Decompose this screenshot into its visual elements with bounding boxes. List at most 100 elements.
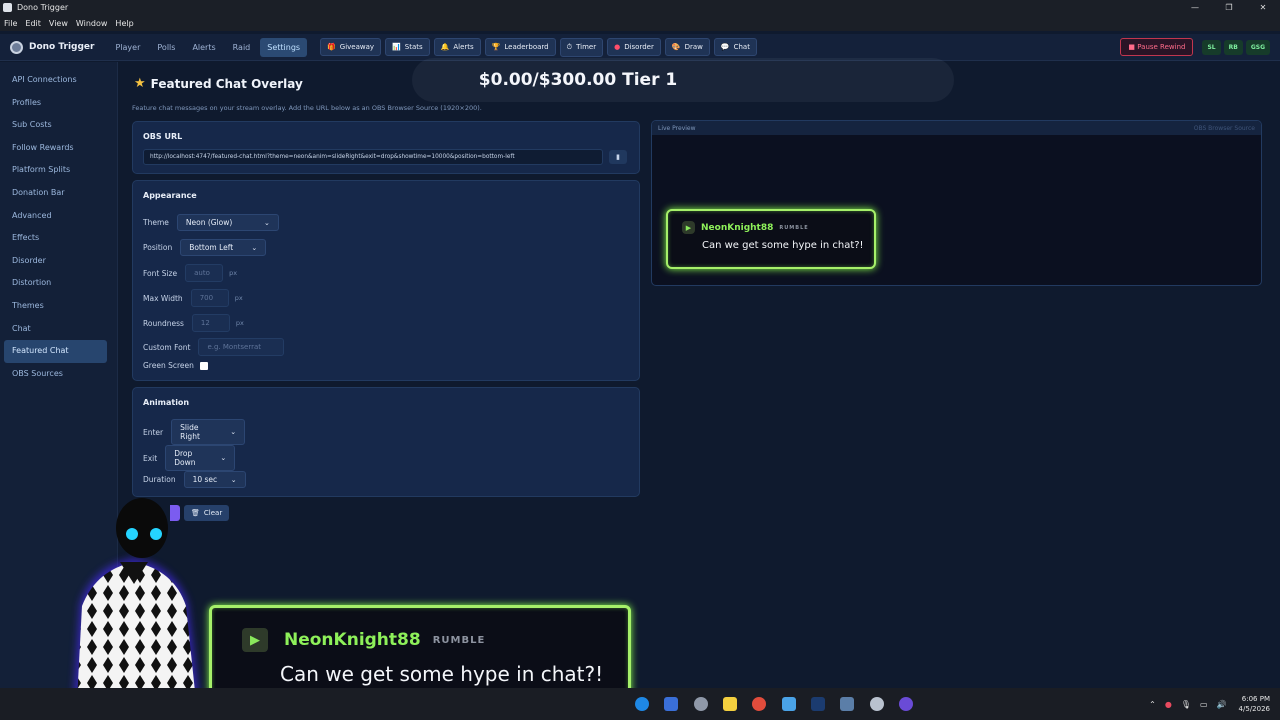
appearance-card: Appearance Theme Neon (Glow) ⌄ Position B…: [132, 180, 640, 381]
clock[interactable]: 6:06 PM 4/5/2026: [1239, 694, 1270, 714]
enter-value: Slide Right: [180, 423, 200, 441]
sl-badge[interactable]: SL: [1202, 39, 1221, 55]
sidebar-item-follow-rewards[interactable]: Follow Rewards: [4, 137, 107, 160]
gift-icon: 🎁: [327, 43, 336, 51]
position-value: Bottom Left: [189, 243, 234, 252]
sidebar-item-api-connections[interactable]: API Connections: [4, 69, 107, 92]
tab-alerts[interactable]: Alerts: [185, 38, 222, 57]
menu-help[interactable]: Help: [115, 19, 133, 28]
window-title: Dono Trigger: [17, 3, 69, 12]
leaderboard-button[interactable]: 🏆 Leaderboard: [484, 38, 556, 56]
stats-label: Stats: [404, 43, 423, 51]
chrome-icon[interactable]: [752, 697, 766, 711]
bell-icon: 🔔: [440, 43, 450, 51]
sticky-notes-icon[interactable]: [723, 697, 737, 711]
pause-rewind-button[interactable]: ■ Pause Rewind: [1120, 38, 1194, 56]
preview-header: Live Preview OBS Browser Source: [652, 121, 1261, 135]
menu-edit[interactable]: Edit: [25, 19, 41, 28]
tab-raid[interactable]: Raid: [226, 38, 258, 57]
sidebar-item-donation-bar[interactable]: Donation Bar: [4, 182, 107, 205]
sidebar-item-profiles[interactable]: Profiles: [4, 92, 107, 115]
chevron-down-icon: ⌄: [264, 218, 270, 227]
draw-button[interactable]: 🎨 Draw: [664, 38, 710, 56]
duration-select[interactable]: 10 sec ⌄: [183, 471, 246, 488]
edge-icon[interactable]: [635, 697, 649, 711]
font-size-input[interactable]: auto: [185, 264, 224, 282]
brand: Dono Trigger: [10, 40, 95, 54]
chat-label: Chat: [733, 43, 750, 51]
obs-icon[interactable]: [899, 697, 913, 711]
sidebar-item-effects[interactable]: Effects: [4, 227, 107, 250]
custom-font-input[interactable]: e.g. Montserrat: [198, 338, 285, 356]
page-description: Feature chat messages on your stream ove…: [132, 104, 482, 112]
sidebar-item-advanced[interactable]: Advanced: [4, 205, 107, 228]
roundness-label: Roundness: [143, 318, 184, 328]
stats-button[interactable]: 📊 Stats: [385, 38, 430, 56]
chevron-up-icon[interactable]: ⌃: [1149, 700, 1156, 709]
alerts-button[interactable]: 🔔 Alerts: [433, 38, 481, 56]
alerts-label: Alerts: [453, 43, 474, 51]
copy-url-button[interactable]: ▮: [609, 150, 627, 164]
tab-polls[interactable]: Polls: [150, 38, 182, 57]
timer-label: Timer: [576, 43, 597, 51]
overlay-message: Can we get some hype in chat?!: [280, 662, 604, 686]
star-icon: ★: [134, 76, 146, 91]
maximize-button[interactable]: ❐: [1212, 0, 1246, 15]
position-select[interactable]: Bottom Left ⌄: [180, 239, 267, 256]
chevron-down-icon: ⌄: [230, 475, 237, 484]
minimize-button[interactable]: —: [1178, 0, 1212, 15]
sidebar-item-themes[interactable]: Themes: [4, 295, 107, 318]
giveaway-button[interactable]: 🎁 Giveaway: [320, 38, 382, 56]
rb-badge[interactable]: RB: [1223, 39, 1243, 55]
network-icon[interactable]: ▭: [1200, 700, 1208, 709]
enter-select[interactable]: Slide Right ⌄: [171, 419, 246, 445]
sidebar-item-obs-sources[interactable]: OBS Sources: [4, 363, 107, 386]
settings-gear-icon[interactable]: [694, 697, 708, 711]
font-size-unit: px: [229, 269, 238, 277]
microphone-icon[interactable]: 🎙: [1181, 700, 1191, 709]
notepad-icon[interactable]: [782, 697, 796, 711]
clock-time: 6:06 PM: [1241, 695, 1270, 703]
overlay-platform: RUMBLE: [432, 634, 486, 646]
menu-window[interactable]: Window: [76, 19, 108, 28]
font-size-row: Font Size auto px: [143, 264, 237, 282]
chat-button[interactable]: 💬 Chat: [713, 38, 757, 56]
record-dot-icon: ●: [614, 43, 621, 51]
sidebar-item-distortion[interactable]: Distortion: [4, 272, 107, 295]
store-icon[interactable]: [664, 697, 678, 711]
brand-name: Dono Trigger: [29, 42, 95, 52]
tab-settings[interactable]: Settings: [260, 37, 308, 57]
menu-view[interactable]: View: [49, 19, 68, 28]
menu-file[interactable]: File: [4, 19, 17, 28]
exit-value: Drop Down: [174, 449, 196, 467]
max-width-input[interactable]: 700: [190, 289, 229, 307]
vtuber-avatar: [72, 498, 202, 720]
leaderboard-label: Leaderboard: [504, 43, 549, 51]
tray-app-icon[interactable]: ●: [1165, 700, 1172, 709]
sidebar-item-chat[interactable]: Chat: [4, 318, 107, 341]
sidebar-item-featured-chat[interactable]: Featured Chat: [4, 340, 107, 363]
obs-url-field[interactable]: http://localhost:4747/featured-chat.html…: [143, 149, 603, 165]
system-tray: ⌃ ● 🎙 ▭ 🔊 6:06 PM 4/5/2026: [1140, 688, 1270, 720]
gsg-badge[interactable]: GSG: [1245, 39, 1270, 55]
rumble-play-icon: ▶: [242, 628, 268, 652]
sidebar-item-disorder[interactable]: Disorder: [4, 250, 107, 273]
exit-select[interactable]: Drop Down ⌄: [165, 445, 236, 471]
close-button[interactable]: ✕: [1246, 0, 1280, 15]
theme-row: Theme Neon (Glow) ⌄: [143, 214, 279, 231]
disorder-button[interactable]: ● Disorder: [607, 38, 661, 56]
sidebar-item-platform-splits[interactable]: Platform Splits: [4, 159, 107, 182]
sidebar-item-sub-costs[interactable]: Sub Costs: [4, 114, 107, 137]
dono-trigger-taskbar-icon[interactable]: [870, 697, 884, 711]
volume-icon[interactable]: 🔊: [1217, 700, 1227, 709]
theme-label: Theme: [143, 218, 169, 227]
steam-icon[interactable]: [811, 697, 825, 711]
chevron-down-icon: ⌄: [230, 428, 237, 436]
tab-player[interactable]: Player: [108, 38, 147, 57]
file-explorer-icon[interactable]: [840, 697, 854, 711]
roundness-input[interactable]: 12: [191, 314, 230, 332]
green-screen-checkbox[interactable]: [199, 361, 208, 370]
timer-button[interactable]: ⏱ Timer: [559, 37, 604, 57]
overlay-chat-header: ▶ NeonKnight88 RUMBLE: [242, 628, 628, 652]
theme-select[interactable]: Neon (Glow) ⌄: [176, 214, 279, 231]
